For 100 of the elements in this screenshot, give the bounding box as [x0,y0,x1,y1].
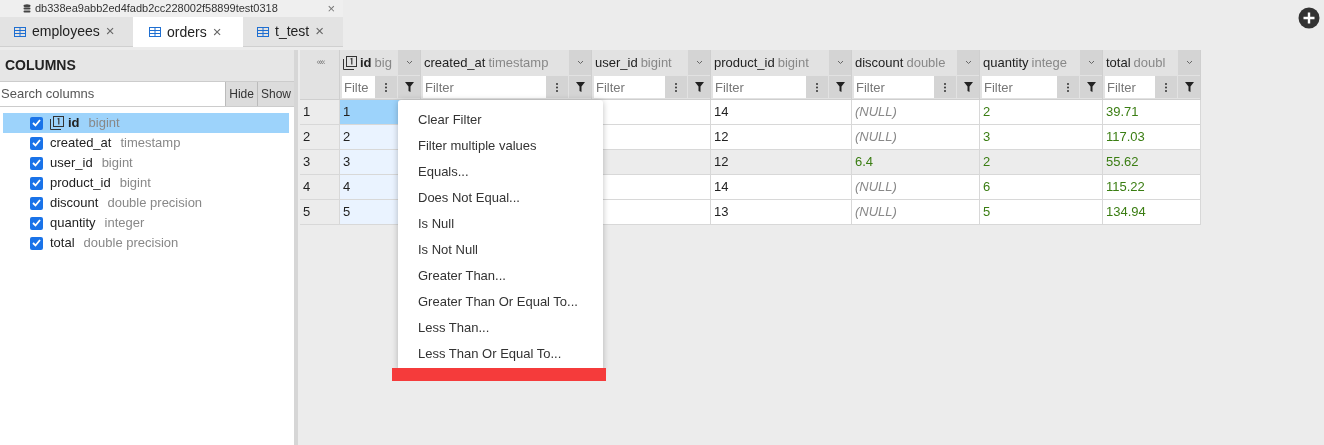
filter-button[interactable] [398,76,420,98]
table-icon [14,26,26,37]
menu-item[interactable]: Clear Filter [398,107,603,133]
table-icon [257,26,269,37]
filter-field[interactable]: Filter [423,76,546,98]
close-icon[interactable]: × [327,0,335,19]
header-type: doubl [1133,53,1166,72]
add-icon[interactable] [1298,7,1320,29]
filter-field[interactable]: Filter [982,76,1057,98]
table-cell-text: 39.71 [1106,103,1139,122]
table-cell-text: 55.62 [1106,153,1139,172]
key-column-icon [343,55,357,70]
column-name: product_id [50,174,111,193]
filter-field[interactable]: Filte [342,76,375,98]
column-list-item[interactable]: id bigint [3,113,289,133]
checkbox[interactable] [30,236,43,250]
checkbox[interactable] [30,176,43,190]
column-type: integer [104,214,145,233]
header-type: timestamp [488,53,549,72]
tab[interactable]: employees × [0,17,133,47]
hide-button[interactable]: Hide [225,82,257,106]
menu-item[interactable]: Greater Than... [398,263,603,289]
table-cell-text: 115.22 [1106,178,1145,197]
funnel-icon [835,82,845,92]
column-list-item[interactable]: total double precision [3,233,289,253]
column-list-item[interactable]: product_id bigint [3,173,289,193]
table-cell-text: 12 [714,128,729,147]
menu-item[interactable]: Less Than Or Equal To... [398,341,603,367]
table-cell-text: 2 [343,128,351,147]
column-type: double precision [83,234,179,253]
column-name: quantity [50,214,96,233]
funnel-icon [694,82,704,92]
table-cell-text: 134.94 [1106,203,1146,222]
close-icon[interactable]: × [212,20,222,44]
table-cell-text: 6.4 [855,153,874,172]
filter-button[interactable] [957,76,979,98]
header-type: intege [1031,53,1067,72]
checkbox[interactable] [30,216,43,230]
chevron-down-icon [1185,60,1193,65]
header-name: created_at [424,53,486,72]
header-type: bigint [640,53,672,72]
chevron-down-icon [1087,60,1095,65]
table-cell-text: 14 [714,178,729,197]
filter-button[interactable] [569,76,591,98]
filter-button[interactable] [829,76,851,98]
row-number: 2 [303,128,311,147]
table-cell-text: 14 [714,103,729,122]
filter-field[interactable]: Filter [713,76,806,98]
column-type: timestamp [120,134,181,153]
column-list-item[interactable]: user_id bigint [3,153,289,173]
menu-item[interactable]: Filter multiple values [398,133,603,159]
column-list-item[interactable]: created_at timestamp [3,133,289,153]
chevron-down-icon [964,60,972,65]
checkbox[interactable] [30,116,43,130]
menu-item[interactable]: Equals... [398,159,603,185]
close-icon[interactable]: × [315,20,324,43]
table-cell-text: 3 [343,153,351,172]
checkbox[interactable] [30,196,43,210]
filter-button[interactable] [1178,76,1200,98]
header-name: id [360,53,372,72]
search-field[interactable]: Search columns [0,82,226,106]
table-cell-text: 4 [343,178,351,197]
table-cell-text: 2 [983,153,991,172]
tab[interactable]: t_test × [243,17,343,47]
chevron-down-icon [405,60,413,65]
checkbox[interactable] [30,136,43,150]
filter-field[interactable]: Filter [854,76,934,98]
header-name: quantity [983,53,1029,72]
filter-field[interactable]: Filter [1105,76,1155,98]
filter-field[interactable]: Filter [594,76,665,98]
row-number: 1 [303,103,311,122]
row-number: 4 [303,178,311,197]
header-type: big [374,53,392,72]
key-column-icon [50,116,64,130]
column-list-item[interactable]: discount double precision [3,193,289,213]
funnel-icon [575,82,585,92]
table-cell-text: 6 [983,178,991,197]
checkbox[interactable] [30,156,43,170]
table-cell-text: (NULL) [855,128,897,147]
menu-item[interactable]: Greater Than Or Equal To... [398,289,603,315]
table-cell-text: 5 [983,203,991,222]
funnel-icon [1086,82,1096,92]
header-type: double [906,53,946,72]
table-cell-text: (NULL) [855,103,897,122]
tab[interactable]: orders × [133,17,243,47]
table-cell-text: 5 [343,203,351,222]
table-cell-text: (NULL) [855,178,897,197]
filter-button[interactable] [688,76,710,98]
column-list-item[interactable]: quantity integer [3,213,289,233]
column-name: user_id [50,154,93,173]
column-type: double precision [107,194,203,213]
header-type: bigint [777,53,809,72]
close-icon[interactable]: × [105,20,115,43]
funnel-icon [404,82,414,92]
menu-item[interactable]: Less Than... [398,315,603,341]
filter-button[interactable] [1080,76,1102,98]
menu-item[interactable]: Does Not Equal... [398,185,603,211]
show-button[interactable]: Show [256,82,294,106]
menu-item[interactable]: Is Null [398,211,603,237]
menu-item[interactable]: Is Not Null [398,237,603,263]
